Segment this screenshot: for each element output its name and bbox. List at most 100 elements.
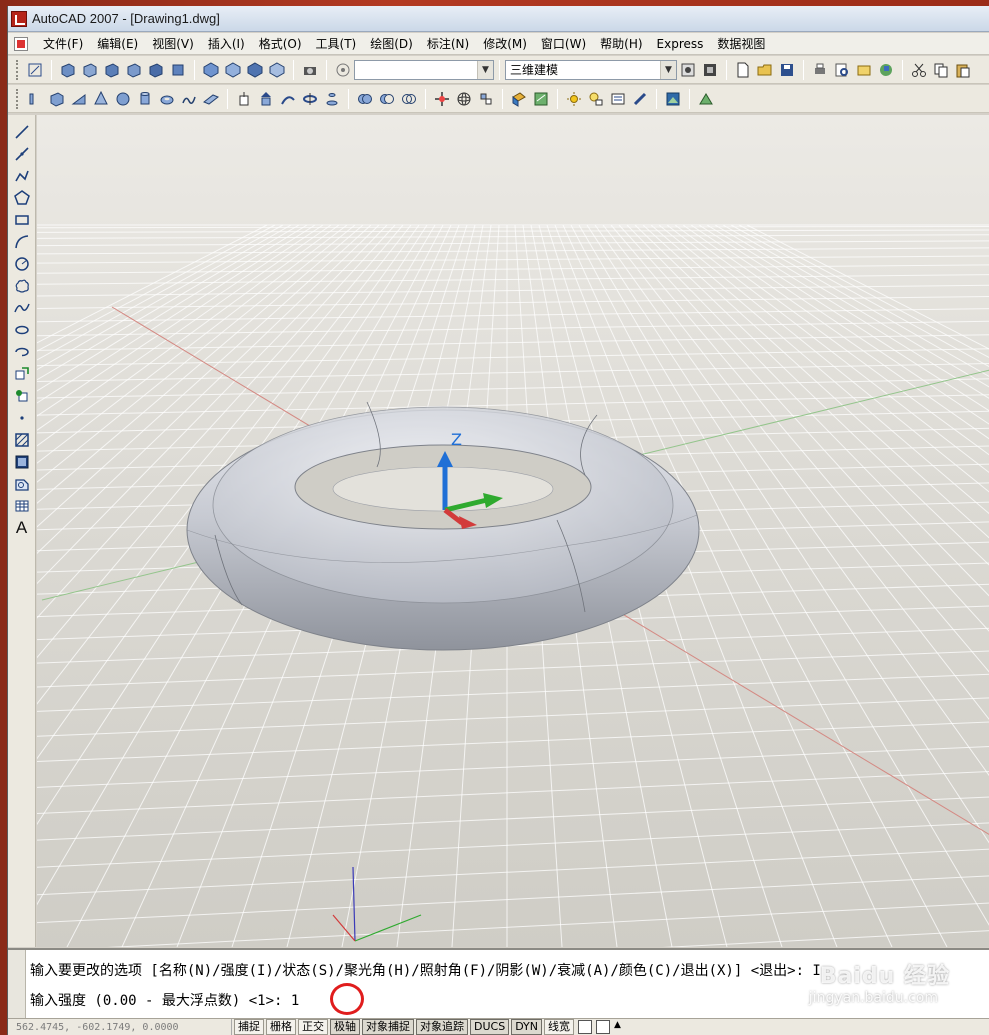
- materials-editor-icon[interactable]: [630, 89, 650, 109]
- line-icon[interactable]: [11, 121, 33, 143]
- command-input[interactable]: 1: [291, 993, 299, 1009]
- top-view-icon[interactable]: [58, 60, 78, 80]
- open-file-icon[interactable]: [755, 60, 775, 80]
- helix-icon[interactable]: [179, 89, 199, 109]
- sun-light-icon[interactable]: [564, 89, 584, 109]
- se-iso-icon[interactable]: [223, 60, 243, 80]
- back-view-icon[interactable]: [168, 60, 188, 80]
- annotation-icon[interactable]: [596, 1020, 611, 1034]
- construction-line-icon[interactable]: [11, 143, 33, 165]
- osnap-toggle[interactable]: 对象捕捉: [362, 1019, 414, 1035]
- workspace-combo[interactable]: 三维建模 ▼: [505, 59, 677, 80]
- otrack-toggle[interactable]: 对象追踪: [416, 1019, 468, 1035]
- bottom-view-icon[interactable]: [80, 60, 100, 80]
- menu-modify[interactable]: 修改(M): [476, 35, 534, 52]
- menu-tools[interactable]: 工具(T): [309, 35, 364, 52]
- arc-icon[interactable]: [11, 231, 33, 253]
- polygon-icon[interactable]: [11, 187, 33, 209]
- circle-icon[interactable]: [11, 253, 33, 275]
- multiline-text-icon[interactable]: A: [11, 517, 33, 539]
- ellipse-arc-icon[interactable]: [11, 341, 33, 363]
- make-block-icon[interactable]: [11, 385, 33, 407]
- drawing-viewport[interactable]: Z: [37, 115, 989, 947]
- left-view-icon[interactable]: [102, 60, 122, 80]
- hatch-icon[interactable]: [11, 429, 33, 451]
- polyline-icon[interactable]: [11, 165, 33, 187]
- copy-icon[interactable]: [931, 60, 951, 80]
- menu-data-view[interactable]: 数据视图: [710, 35, 772, 52]
- command-window-grip[interactable]: [8, 950, 26, 1018]
- point-icon[interactable]: [11, 407, 33, 429]
- rectangle-icon[interactable]: [11, 209, 33, 231]
- sphere-icon[interactable]: [113, 89, 133, 109]
- dyn-toggle[interactable]: DYN: [511, 1019, 543, 1035]
- extrude-icon[interactable]: [234, 89, 254, 109]
- named-view-icon[interactable]: [333, 60, 353, 80]
- menu-view[interactable]: 视图(V): [145, 35, 201, 52]
- planar-surface-icon[interactable]: [201, 89, 221, 109]
- menu-dimension[interactable]: 标注(N): [420, 35, 476, 52]
- ucs-icon[interactable]: [25, 60, 45, 80]
- 3d-rotate-icon[interactable]: [454, 89, 474, 109]
- autocad-app-icon[interactable]: [11, 10, 27, 27]
- render-icon[interactable]: [509, 89, 529, 109]
- polar-toggle[interactable]: 极轴: [330, 1019, 360, 1035]
- loft-icon[interactable]: [322, 89, 342, 109]
- ellipse-icon[interactable]: [11, 319, 33, 341]
- materials-icon[interactable]: [531, 89, 551, 109]
- document-menu-icon[interactable]: [14, 36, 28, 51]
- toolbar-grip[interactable]: [16, 59, 20, 80]
- front-view-icon[interactable]: [146, 60, 166, 80]
- print-icon[interactable]: [810, 60, 830, 80]
- menu-format[interactable]: 格式(O): [252, 35, 309, 52]
- point-light-icon[interactable]: [586, 89, 606, 109]
- lineweight-toggle[interactable]: 线宽: [544, 1019, 575, 1035]
- chevron-down-icon[interactable]: ▼: [477, 60, 493, 79]
- ne-iso-icon[interactable]: [245, 60, 265, 80]
- 3d-align-icon[interactable]: [476, 89, 496, 109]
- print-preview-icon[interactable]: [832, 60, 852, 80]
- torus-solid[interactable]: [186, 401, 700, 651]
- camera-icon[interactable]: [300, 60, 320, 80]
- chevron-down-icon[interactable]: ▼: [660, 60, 676, 79]
- grid-toggle[interactable]: 栅格: [266, 1019, 296, 1035]
- right-view-icon[interactable]: [124, 60, 144, 80]
- ducs-toggle[interactable]: DUCS: [470, 1019, 510, 1035]
- render-environment-icon[interactable]: [696, 89, 716, 109]
- polysolid-icon[interactable]: [25, 89, 45, 109]
- menu-edit[interactable]: 编辑(E): [90, 35, 145, 52]
- spline-icon[interactable]: [11, 297, 33, 319]
- 3d-move-icon[interactable]: [432, 89, 452, 109]
- sweep-icon[interactable]: [278, 89, 298, 109]
- workspace-save-icon[interactable]: [700, 60, 720, 80]
- lights-list-icon[interactable]: [608, 89, 628, 109]
- model-space-icon[interactable]: [578, 1020, 593, 1034]
- snap-toggle[interactable]: 捕捉: [234, 1019, 264, 1035]
- coordinate-readout[interactable]: 562.4745, -602.1749, 0.0000: [8, 1018, 232, 1035]
- toolbar-grip[interactable]: [16, 88, 20, 109]
- cone-icon[interactable]: [91, 89, 111, 109]
- box-icon[interactable]: [47, 89, 67, 109]
- menu-express[interactable]: Express: [650, 37, 711, 51]
- region-icon[interactable]: [11, 473, 33, 495]
- revolve-icon[interactable]: [300, 89, 320, 109]
- table-icon[interactable]: [11, 495, 33, 517]
- cylinder-icon[interactable]: [135, 89, 155, 109]
- save-file-icon[interactable]: [777, 60, 797, 80]
- 3d-dwf-icon[interactable]: [876, 60, 896, 80]
- ortho-toggle[interactable]: 正交: [298, 1019, 328, 1035]
- menu-window[interactable]: 窗口(W): [534, 35, 593, 52]
- publish-icon[interactable]: [854, 60, 874, 80]
- status-menu-icon[interactable]: ▲: [614, 1020, 622, 1034]
- menu-draw[interactable]: 绘图(D): [363, 35, 420, 52]
- cut-icon[interactable]: [909, 60, 929, 80]
- torus-icon[interactable]: [157, 89, 177, 109]
- insert-block-icon[interactable]: [11, 363, 33, 385]
- menu-insert[interactable]: 插入(I): [201, 35, 252, 52]
- gradient-icon[interactable]: [11, 451, 33, 473]
- paste-icon[interactable]: [953, 60, 973, 80]
- menu-help[interactable]: 帮助(H): [593, 35, 649, 52]
- wedge-icon[interactable]: [69, 89, 89, 109]
- new-file-icon[interactable]: [733, 60, 753, 80]
- union-icon[interactable]: [355, 89, 375, 109]
